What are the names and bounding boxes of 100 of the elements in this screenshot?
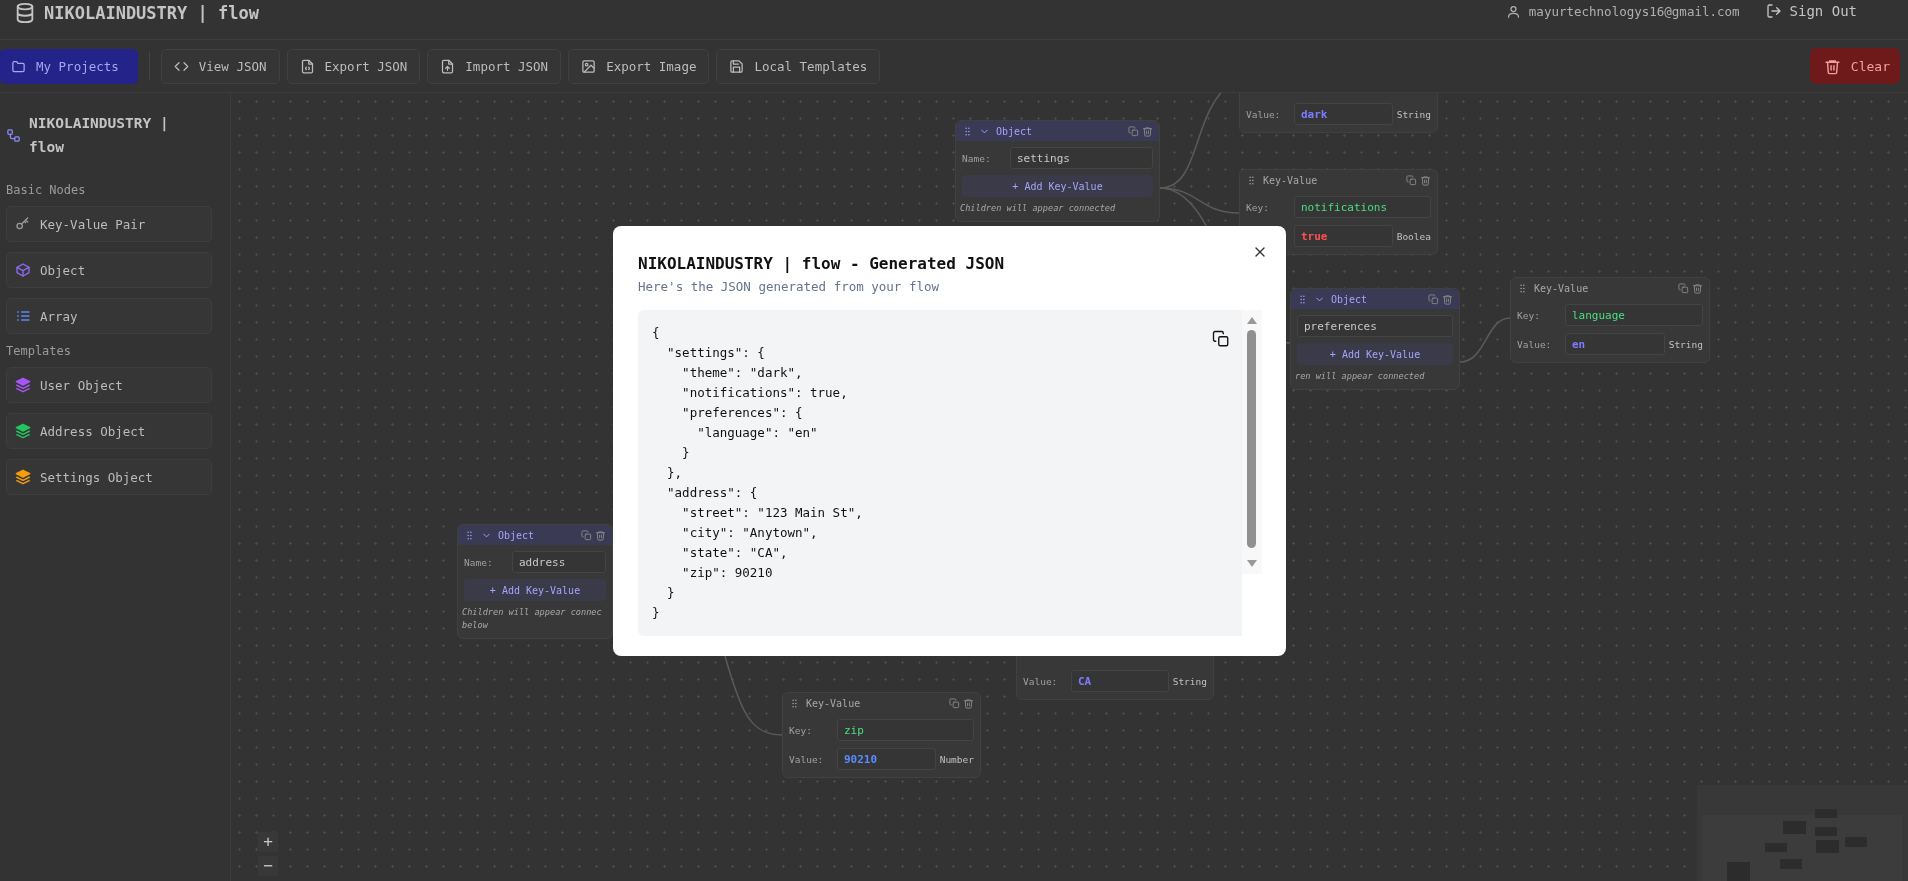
key-field[interactable]: zip: [837, 719, 974, 741]
copy-icon: [949, 697, 960, 709]
sign-out-button[interactable]: Sign Out: [1765, 3, 1857, 19]
node-card[interactable]: Object Name: address + Add Key-Value Children will appear connec below: [457, 524, 613, 639]
value-field[interactable]: en: [1565, 333, 1665, 355]
value-field[interactable]: true: [1294, 225, 1393, 247]
project-title: NIKOLAINDUSTRY | flow: [29, 114, 170, 157]
copy-icon: [1406, 174, 1417, 186]
field-label: Name:: [464, 556, 494, 568]
zoom-in-button[interactable]: +: [258, 832, 278, 852]
node-type-label: Object: [498, 529, 535, 541]
user-icon: [1505, 3, 1521, 19]
node-card[interactable]: Key-Value Key: language Value: en String: [1510, 277, 1710, 363]
key-field[interactable]: language: [1565, 304, 1703, 326]
node-palette-item[interactable]: Address Object: [6, 413, 212, 449]
type-label[interactable]: String: [1668, 338, 1703, 350]
copy-icon: [581, 529, 592, 541]
toolbar-button[interactable]: My Projects: [0, 48, 138, 84]
drag-handle-icon: [1246, 174, 1257, 186]
trash-icon: [963, 697, 974, 709]
key-icon: [15, 216, 31, 232]
trash-icon: [1823, 57, 1841, 75]
field-label: Value:: [1023, 675, 1059, 687]
copy-icon: [1428, 293, 1439, 305]
zoom-out-button[interactable]: −: [258, 856, 278, 876]
drag-handle-icon: [1297, 293, 1308, 305]
copy-icon: [1212, 330, 1230, 348]
copy-button[interactable]: [1212, 330, 1230, 348]
section-heading: Templates: [6, 344, 73, 358]
json-code: { "settings": { "theme": "dark", "notifications": true, "preferences": { "language": "en" } }, "address": { "street": "123 Main St", "city": "Anytown", "state": "CA", "zip": 90210 } }: [652, 324, 863, 622]
drag-handle-icon: [1517, 282, 1528, 294]
field-label: Value:: [789, 753, 825, 765]
database-icon: [14, 2, 36, 24]
trash-icon: [1692, 282, 1703, 294]
node-type-label: Object: [996, 125, 1033, 137]
copy-icon: [1678, 282, 1689, 294]
drag-handle-icon: [962, 125, 973, 137]
folder-icon: [11, 58, 26, 74]
toolbar-button[interactable]: Local Templates: [716, 48, 881, 84]
trash-icon: [1142, 125, 1153, 137]
copy-icon: [1128, 125, 1139, 137]
key-field[interactable]: notifications: [1294, 196, 1431, 218]
field-label: Key:: [1517, 309, 1541, 321]
section-heading: Basic Nodes: [6, 183, 87, 197]
field-label: Value:: [1246, 108, 1282, 120]
value-field[interactable]: CA: [1071, 670, 1169, 692]
field-label: Key:: [789, 724, 813, 736]
node-palette-item[interactable]: Key-Value Pair: [6, 206, 212, 242]
toolbar-button[interactable]: Export Image: [568, 48, 710, 84]
trash-icon: [1420, 174, 1431, 186]
hint-text: ren will appear connected: [1294, 370, 1426, 383]
sign-out-icon: [1765, 3, 1782, 19]
name-field[interactable]: preferences: [1297, 315, 1453, 337]
node-card[interactable]: Value: dark String: [1239, 93, 1438, 133]
node-card[interactable]: Key-Value Key: notifications true Boolea: [1239, 169, 1438, 255]
name-field[interactable]: address: [512, 551, 606, 573]
field-label: Name:: [962, 152, 992, 164]
node-card[interactable]: Object Name: settings + Add Key-Value Children will appear connected: [955, 120, 1160, 222]
toolbar-button[interactable]: View JSON: [160, 48, 280, 84]
add-key-value-button[interactable]: + Add Key-Value: [1297, 343, 1453, 365]
type-label[interactable]: Number: [939, 753, 974, 765]
trash-icon: [595, 529, 606, 541]
node-type-label: Key-Value: [1263, 174, 1318, 186]
type-label[interactable]: Boolea: [1396, 230, 1431, 242]
hint-text: Children will appear connec below: [461, 606, 603, 632]
node-card[interactable]: Key-Value Key: zip Value: 90210 Number: [782, 692, 981, 778]
list-icon: [15, 308, 31, 324]
file-upload-icon: [440, 58, 456, 74]
name-field[interactable]: settings: [1010, 147, 1153, 169]
add-key-value-button[interactable]: + Add Key-Value: [464, 579, 606, 601]
toolbar-button[interactable]: Export JSON: [286, 48, 421, 84]
cube-icon: [15, 262, 31, 278]
user-email: mayurtechnologys16@gmail.com: [1528, 3, 1740, 19]
type-label[interactable]: String: [1396, 108, 1431, 120]
dialog-subtitle: Here's the JSON generated from your flow: [638, 279, 941, 294]
node-type-label: Object: [1331, 293, 1368, 305]
drag-handle-icon: [464, 529, 475, 541]
add-key-value-button[interactable]: + Add Key-Value: [962, 175, 1153, 197]
node-palette-item[interactable]: User Object: [6, 367, 212, 403]
hint-text: Children will appear connected: [959, 202, 1117, 215]
clear-button[interactable]: Clear: [1809, 48, 1900, 84]
node-palette-item[interactable]: Settings Object: [6, 459, 212, 495]
node-type-label: Key-Value: [806, 697, 861, 709]
dialog-title: NIKOLAINDUSTRY | flow - Generated JSON: [638, 254, 1006, 273]
trash-icon: [1442, 293, 1453, 305]
node-card[interactable]: Object preferences + Add Key-Value ren will appear connected: [1290, 288, 1460, 390]
toolbar-button[interactable]: Import JSON: [427, 48, 562, 84]
node-palette-item[interactable]: Object: [6, 252, 212, 288]
value-field[interactable]: 90210: [837, 748, 936, 770]
node-palette-item[interactable]: Array: [6, 298, 212, 334]
image-icon: [581, 58, 597, 74]
value-field[interactable]: dark: [1294, 103, 1393, 125]
drag-handle-icon: [789, 697, 800, 709]
save-icon: [729, 58, 745, 74]
file-icon: [299, 58, 315, 74]
node-type-label: Key-Value: [1534, 282, 1589, 294]
type-label[interactable]: String: [1172, 675, 1207, 687]
field-label: Key:: [1246, 201, 1270, 213]
field-label: Value:: [1517, 338, 1553, 350]
app-title: NIKOLAINDUSTRY | flow: [44, 2, 259, 24]
